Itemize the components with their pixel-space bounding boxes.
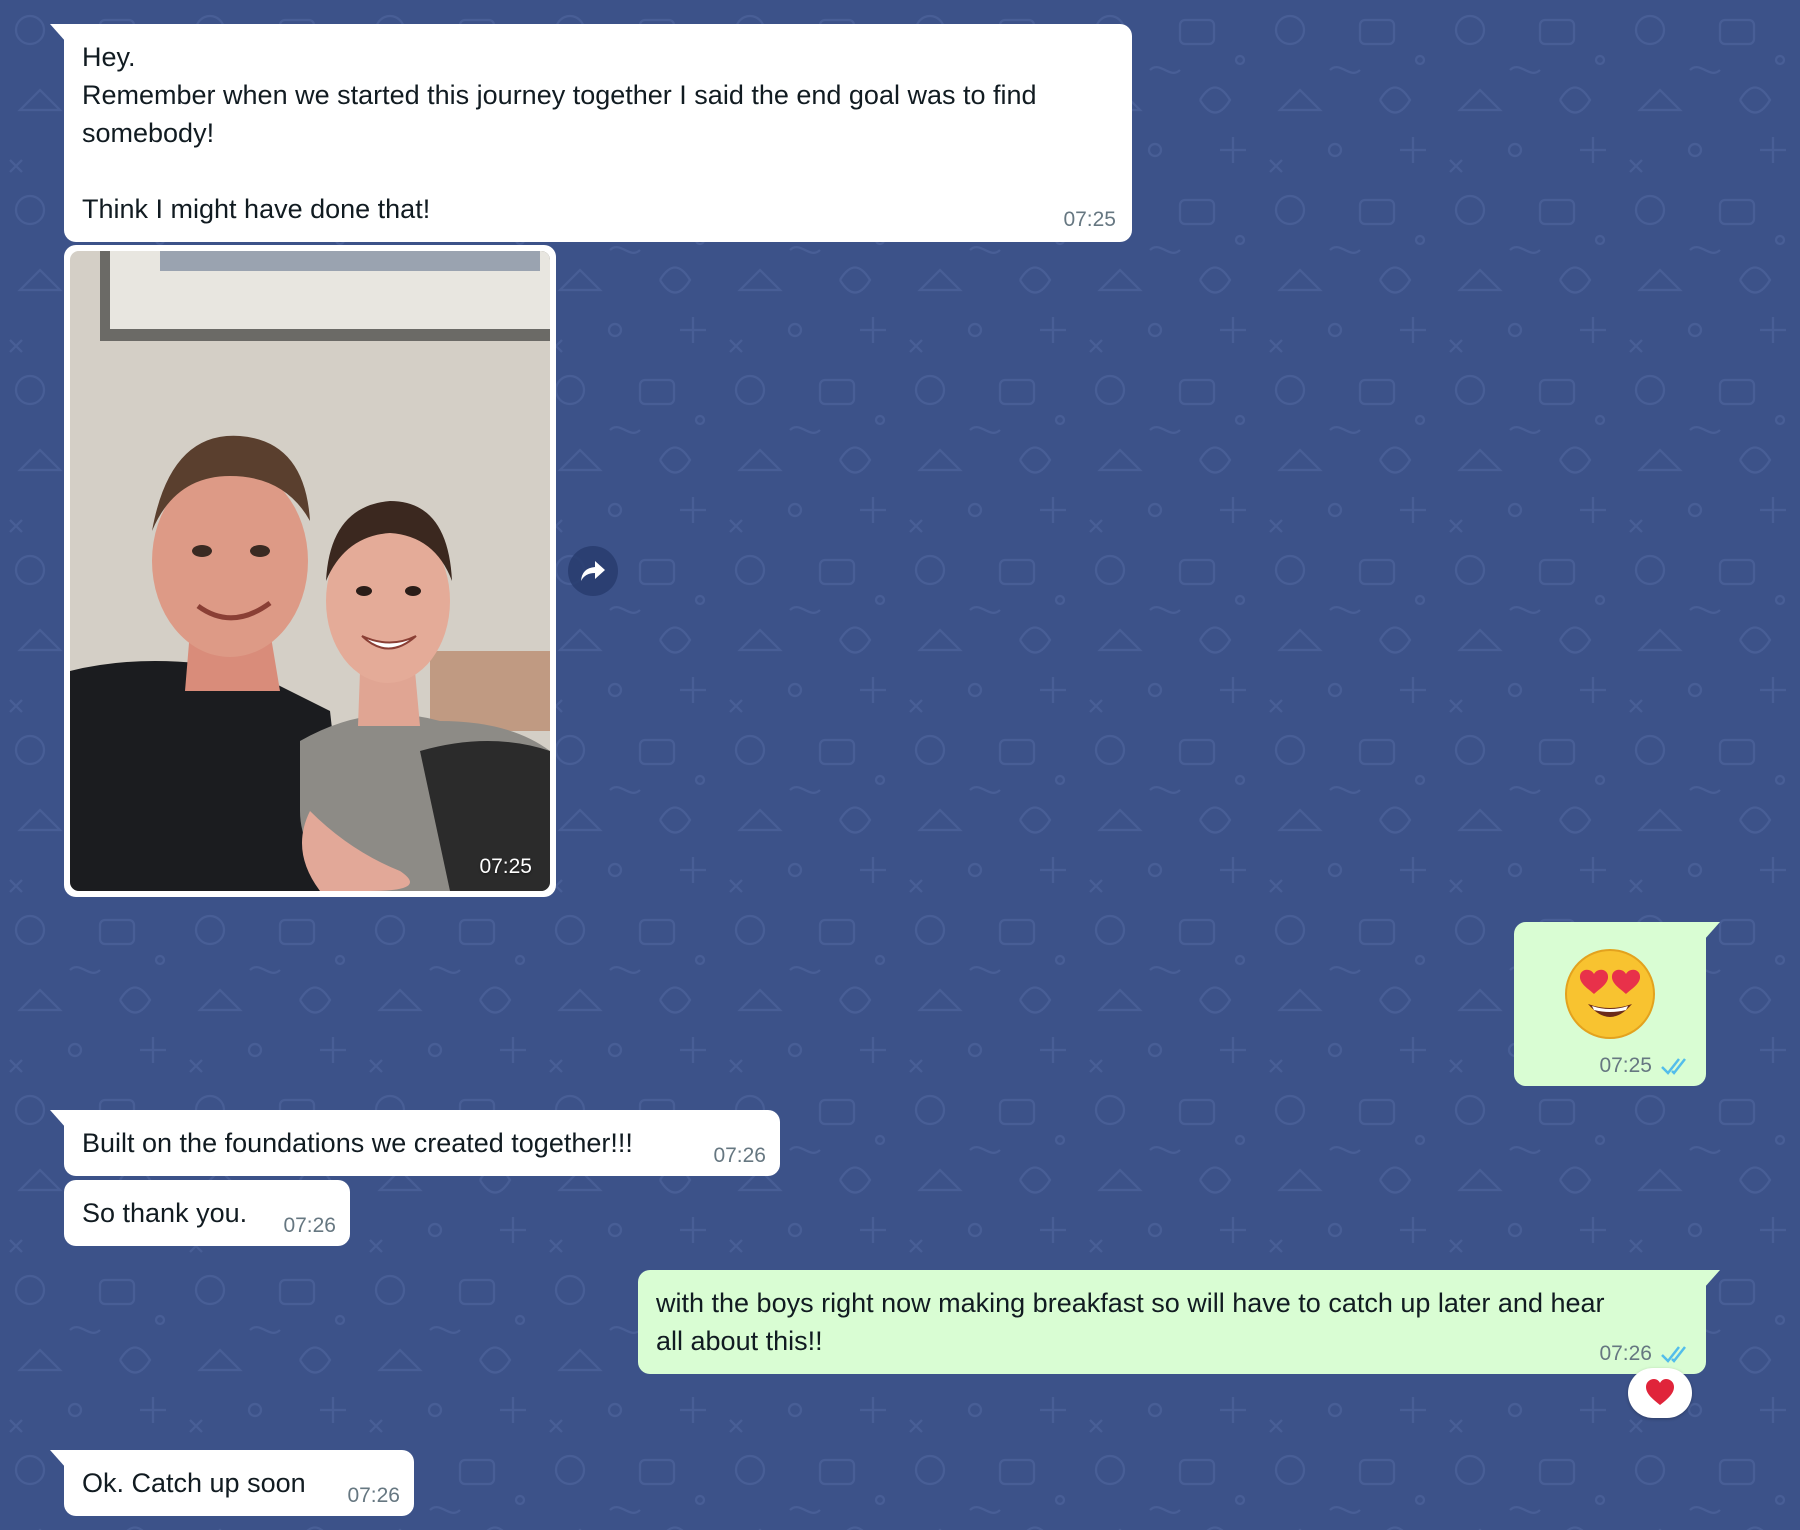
message-text: Hey. Remember when we started this journ…: [82, 42, 1037, 224]
message-time: 07:26: [347, 1484, 400, 1507]
message-time: 07:26: [1599, 1342, 1652, 1365]
double-check-icon: [1661, 1058, 1686, 1075]
message-bubble-incoming[interactable]: So thank you. 07:26: [64, 1180, 350, 1246]
heart-icon: [1646, 1379, 1674, 1405]
photo-image: [70, 251, 550, 891]
message-time: 07:26: [713, 1144, 766, 1167]
bubble-tail: [50, 1110, 66, 1128]
shared-photo[interactable]: 07:25: [70, 251, 550, 891]
message-time: 07:26: [283, 1214, 336, 1237]
message-text: with the boys right now making breakfast…: [656, 1288, 1605, 1356]
photo-time: 07:25: [479, 855, 532, 878]
bubble-tail: [1704, 1270, 1720, 1288]
message-bubble-incoming[interactable]: Built on the foundations we created toge…: [50, 1110, 780, 1176]
bubble-tail: [1704, 922, 1720, 940]
message-time: 07:25: [1063, 208, 1116, 231]
message-bubble-outgoing[interactable]: with the boys right now making breakfast…: [638, 1270, 1720, 1374]
bubble-tail: [50, 24, 66, 42]
forward-button[interactable]: [568, 546, 618, 596]
bubble-tail: [50, 1450, 66, 1468]
message-bubble-incoming[interactable]: Hey. Remember when we started this journ…: [50, 24, 1132, 242]
message-bubble-outgoing[interactable]: 07:25: [1514, 922, 1720, 1086]
photo-message[interactable]: 07:25: [64, 245, 556, 897]
message-bubble-incoming[interactable]: Ok. Catch up soon 07:26: [50, 1450, 414, 1516]
double-check-icon: [1661, 1346, 1686, 1363]
message-time: 07:25: [1599, 1054, 1652, 1077]
message-text: Built on the foundations we created toge…: [82, 1128, 633, 1158]
forward-arrow-icon: [581, 561, 605, 581]
heart-eyes-emoji-icon: [1565, 949, 1655, 1039]
reaction-badge[interactable]: [1628, 1368, 1692, 1418]
